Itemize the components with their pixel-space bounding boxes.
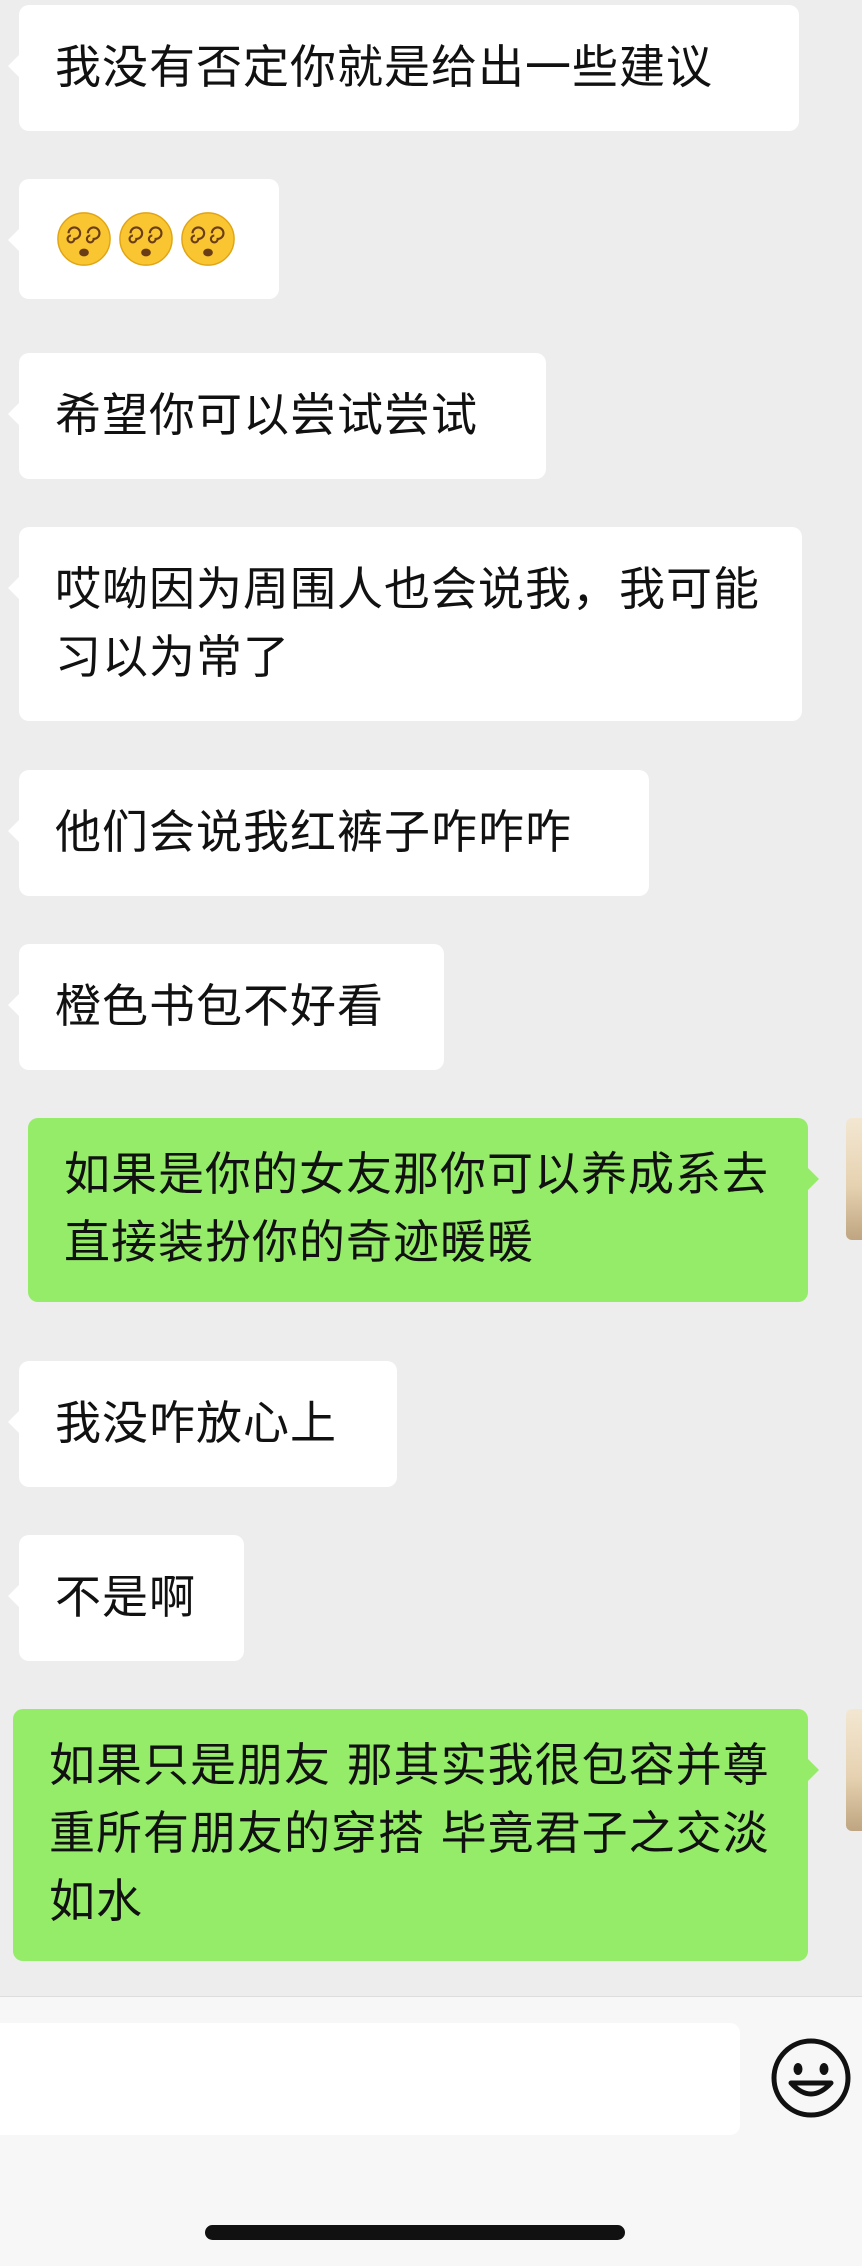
dizzy-face-emoji (181, 212, 235, 266)
message-text: 不是啊 (55, 1570, 196, 1624)
chat-screen: 我没有否定你就是给出一些建议 希望你可以尝试尝试 哎呦因为周围人也会说我，我可能… (0, 0, 862, 2266)
message-text: 我没咋放心上 (55, 1396, 337, 1450)
message-text: 如果只是朋友 那其实我很包容并尊重所有朋友的穿搭 毕竟君子之交淡如水 (49, 1738, 770, 1928)
dizzy-face-emoji (57, 212, 111, 266)
message-bubble-outgoing[interactable]: 如果是你的女友那你可以养成系去直接装扮你的奇迹暖暖 (28, 1118, 819, 1302)
message-bubble-incoming[interactable]: 橙色书包不好看 (8, 944, 444, 1070)
message-bubble-incoming[interactable]: 我没有否定你就是给出一些建议 (8, 5, 799, 131)
message-text: 希望你可以尝试尝试 (55, 388, 478, 442)
message-input[interactable] (0, 2023, 740, 2135)
home-indicator (205, 2225, 625, 2240)
message-bubble-incoming[interactable]: 我没咋放心上 (8, 1361, 397, 1487)
input-bar (0, 1996, 862, 2266)
avatar[interactable] (846, 1118, 862, 1240)
message-bubble-incoming[interactable]: 不是啊 (8, 1535, 244, 1661)
message-bubble-incoming[interactable] (8, 179, 279, 299)
message-bubble-outgoing[interactable]: 如果只是朋友 那其实我很包容并尊重所有朋友的穿搭 毕竟君子之交淡如水 (13, 1709, 819, 1961)
message-bubble-incoming[interactable]: 哎呦因为周围人也会说我，我可能习以为常了 (8, 527, 802, 721)
emoji-row (55, 205, 243, 273)
message-text: 哎呦因为周围人也会说我，我可能习以为常了 (55, 562, 760, 684)
smiley-face-icon[interactable] (770, 2037, 852, 2119)
message-text: 橙色书包不好看 (55, 979, 384, 1033)
avatar[interactable] (846, 1709, 862, 1831)
message-text: 他们会说我红裤子咋咋咋 (55, 805, 572, 859)
message-text: 我没有否定你就是给出一些建议 (55, 40, 713, 94)
dizzy-face-emoji (119, 212, 173, 266)
message-bubble-incoming[interactable]: 他们会说我红裤子咋咋咋 (8, 770, 649, 896)
message-text: 如果是你的女友那你可以养成系去直接装扮你的奇迹暖暖 (64, 1147, 769, 1269)
message-bubble-incoming[interactable]: 希望你可以尝试尝试 (8, 353, 546, 479)
